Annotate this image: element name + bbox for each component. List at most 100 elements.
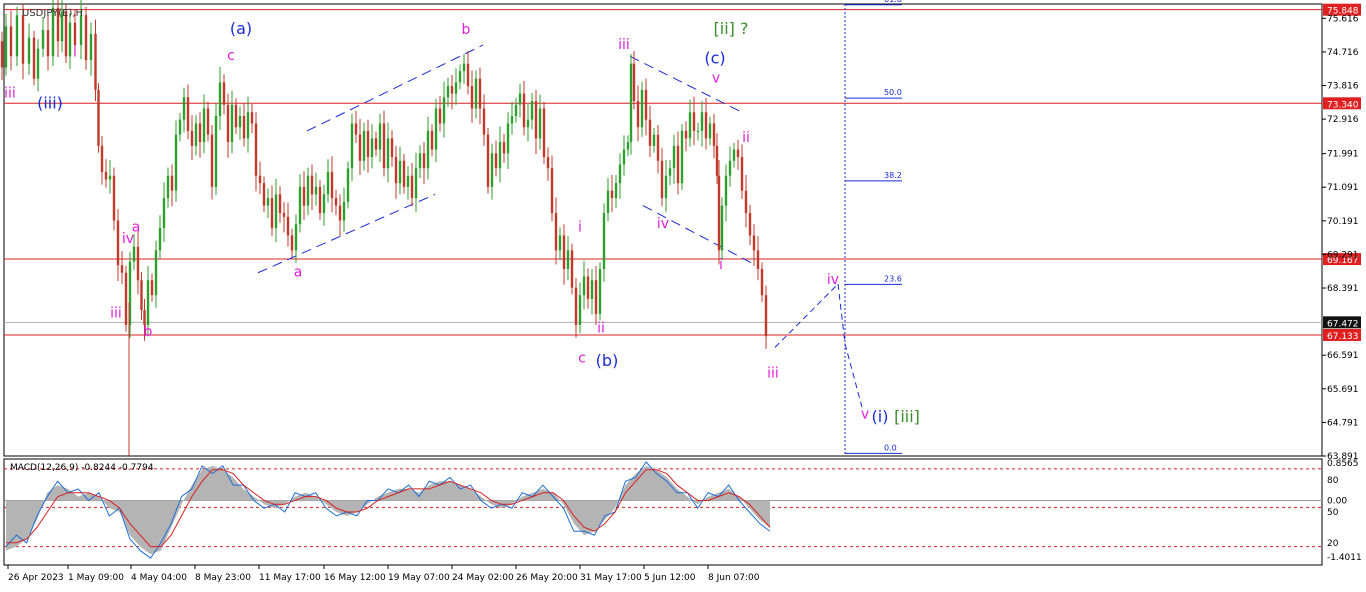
candle-body: [112, 175, 116, 221]
chart-title: USDJPY(E),H: [22, 8, 83, 19]
candle-body: [764, 295, 768, 337]
wave-label-10: b: [462, 22, 471, 38]
candle-body: [318, 186, 322, 214]
candle-body: [672, 145, 676, 169]
candle-body: [198, 123, 202, 143]
candle-body: [104, 171, 108, 180]
time-label-2: 4 May 04:00: [131, 573, 187, 583]
price-tick-label-1: 74.716: [1327, 48, 1359, 58]
candle-body: [434, 108, 438, 150]
candle-body: [262, 183, 266, 206]
candle-body: [598, 269, 602, 314]
price-tick-label-3: 72.916: [1327, 115, 1359, 125]
candle-body: [724, 175, 728, 206]
macd-level-label-2: 20: [1327, 539, 1339, 549]
price-tick-label-11: 64.791: [1327, 418, 1359, 428]
candle-body: [73, 22, 77, 46]
candle-body: [358, 134, 362, 161]
candle-body: [478, 78, 482, 109]
candle-body: [574, 287, 578, 326]
candle-body: [704, 112, 708, 139]
candle-body: [648, 119, 652, 146]
candle-body: [162, 198, 166, 228]
candle-body: [644, 89, 648, 120]
candle-body: [546, 157, 550, 169]
macd-level-label-1: 50: [1327, 508, 1339, 518]
candle-body: [68, 22, 72, 57]
candle-body: [378, 123, 382, 150]
candle-body: [214, 115, 218, 187]
candle-body: [274, 194, 278, 228]
time-label-7: 24 May 02:00: [452, 573, 514, 583]
wave-label-15: iii: [618, 37, 630, 53]
candle-body: [614, 183, 618, 199]
candle-body: [700, 112, 704, 131]
candle-body: [370, 138, 374, 158]
candle-body: [140, 280, 143, 311]
wave-label-11: i: [578, 220, 582, 236]
candle-body: [0, 41, 4, 68]
candle-body: [744, 190, 748, 214]
candle-body: [143, 310, 146, 326]
candle-body: [202, 108, 206, 143]
price-tick-label-7: 69.291: [1327, 250, 1359, 260]
candle-body: [748, 213, 752, 236]
candle-body: [210, 134, 214, 187]
time-label-4: 11 May 17:00: [259, 573, 321, 583]
candle-body: [656, 134, 660, 161]
candle-body: [558, 235, 562, 251]
candle-body: [426, 130, 430, 169]
candle-body: [582, 276, 586, 296]
candle-body: [79, 15, 83, 46]
candle-body: [150, 280, 154, 296]
candle-body: [458, 71, 462, 83]
candle-body: [41, 30, 45, 49]
candle-body: [446, 86, 450, 98]
candle-body: [462, 63, 466, 72]
fib-label-2: 38.2: [884, 171, 902, 180]
wave-label-19: ii: [742, 130, 750, 146]
candle-body: [350, 123, 354, 169]
candle-body: [522, 93, 526, 128]
candle-body: [36, 48, 40, 79]
candle-body: [146, 280, 150, 326]
wave-label-24: v: [861, 406, 869, 422]
price-tick-label-6: 70.191: [1327, 217, 1359, 227]
candle-body: [752, 235, 756, 251]
candle-body: [330, 171, 334, 199]
candle-body: [27, 37, 31, 64]
candle-body: [590, 280, 594, 299]
chart-canvas[interactable]: 61.850.038.223.60.0 iiii(iii)ivaiiib(a)c…: [0, 0, 1366, 588]
candle-body: [586, 276, 590, 299]
wave-label-0: iii: [4, 85, 16, 101]
candle-body: [732, 149, 736, 161]
wave-label-26: [iii]: [894, 407, 920, 426]
candle-body: [680, 130, 684, 184]
candle-body: [728, 160, 732, 176]
trading-chart[interactable]: 61.850.038.223.60.0 iiii(iii)ivaiiib(a)c…: [0, 0, 1366, 588]
macd-axis-label-2: -1.4011: [1327, 553, 1362, 563]
candle-body: [696, 130, 700, 132]
wave-label-21: i: [719, 257, 723, 273]
candle-body: [390, 138, 394, 158]
level-price-label-1: 73.340: [1327, 100, 1359, 110]
candle-body: [534, 101, 538, 139]
wave-label-17: (c): [704, 49, 725, 68]
wave-label-1: i: [73, 44, 77, 60]
candle-body: [342, 201, 346, 221]
candle-body: [514, 104, 518, 116]
candle-body: [97, 89, 100, 146]
candle-body: [450, 86, 454, 94]
candle-body: [526, 119, 530, 128]
candle-body: [629, 63, 633, 143]
candle-body: [570, 250, 574, 288]
candle-body: [298, 186, 302, 225]
candle-body: [374, 138, 378, 150]
candle-body: [740, 157, 744, 191]
fib-label-4: 0.0: [884, 443, 897, 452]
candle-body: [254, 123, 258, 176]
candle-body: [640, 89, 644, 128]
level-price-label-3: 67.133: [1327, 332, 1359, 342]
candle-body: [226, 104, 230, 143]
wave-label-23: iv: [827, 272, 839, 288]
